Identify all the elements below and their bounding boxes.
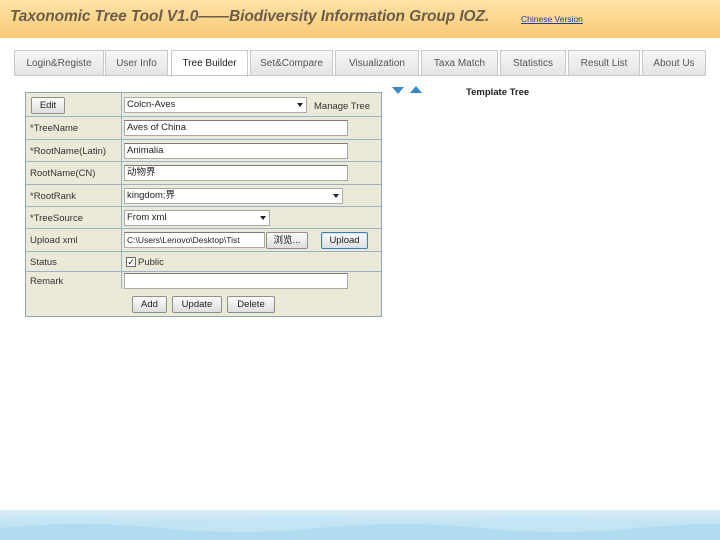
tree-builder-form: Edit Colcn-Aves Manage Tree *TreeName Av… bbox=[25, 92, 382, 317]
tree-select[interactable]: Colcn-Aves bbox=[124, 97, 307, 113]
root-rank-value: kingdom;界 bbox=[127, 190, 176, 201]
public-checkbox[interactable]: ✓ bbox=[126, 257, 136, 267]
tab-about-us[interactable]: About Us bbox=[642, 50, 706, 76]
chevron-down-icon bbox=[333, 194, 339, 198]
tab-user-info[interactable]: User Info bbox=[105, 50, 168, 76]
root-name-cn-row: RootName(CN) 动物界 bbox=[26, 162, 381, 185]
delete-button[interactable]: Delete bbox=[227, 296, 275, 313]
tab-visualization[interactable]: Visualization bbox=[335, 50, 419, 76]
app-header: Taxonomic Tree Tool V1.0——Biodiversity I… bbox=[0, 0, 720, 38]
tree-source-label: *TreeSource bbox=[30, 213, 83, 224]
root-rank-select[interactable]: kingdom;界 bbox=[124, 188, 343, 204]
collapse-up-arrow-icon[interactable] bbox=[410, 86, 422, 94]
root-rank-label: *RootRank bbox=[30, 191, 76, 202]
tree-select-value: Colcn-Aves bbox=[127, 99, 176, 110]
browse-button[interactable]: 浏览... bbox=[266, 232, 308, 249]
manage-tree-label: Manage Tree bbox=[314, 101, 370, 112]
footer-wave-decoration bbox=[0, 516, 720, 540]
tree-source-select[interactable]: From xml bbox=[124, 210, 270, 226]
app-title: Taxonomic Tree Tool V1.0——Biodiversity I… bbox=[10, 8, 490, 25]
root-name-latin-row: *RootName(Latin) Animalia bbox=[26, 140, 381, 162]
root-rank-row: *RootRank kingdom;界 bbox=[26, 185, 381, 207]
tree-source-row: *TreeSource From xml bbox=[26, 207, 381, 229]
remark-row: Remark bbox=[26, 272, 381, 290]
page-footer bbox=[0, 510, 720, 540]
template-tree-title: Template Tree bbox=[466, 87, 530, 98]
tree-source-value: From xml bbox=[127, 212, 167, 223]
chevron-down-icon bbox=[260, 216, 266, 220]
tree-name-field[interactable]: Aves of China bbox=[124, 120, 348, 136]
expand-down-arrow-icon[interactable] bbox=[392, 87, 404, 95]
root-name-cn-label: RootName(CN) bbox=[30, 168, 96, 179]
edit-button[interactable]: Edit bbox=[31, 97, 65, 114]
tab-set-compare[interactable]: Set&Compare bbox=[250, 50, 333, 76]
tab-result-list[interactable]: Result List bbox=[568, 50, 640, 76]
tree-select-row: Edit Colcn-Aves Manage Tree bbox=[26, 93, 381, 117]
tree-name-label: *TreeName bbox=[30, 123, 79, 134]
chevron-down-icon bbox=[297, 103, 303, 107]
root-name-latin-field[interactable]: Animalia bbox=[124, 143, 348, 159]
status-row: Status ✓ Public bbox=[26, 252, 381, 272]
chinese-version-link[interactable]: Chinese Version bbox=[521, 14, 583, 24]
upload-xml-label: Upload xml bbox=[30, 235, 78, 246]
upload-xml-row: Upload xml C:\Users\Lenovo\Desktop\Tist … bbox=[26, 229, 381, 252]
tree-name-row: *TreeName Aves of China bbox=[26, 117, 381, 140]
root-name-latin-label: *RootName(Latin) bbox=[30, 146, 107, 157]
tab-taxa-match[interactable]: Taxa Match bbox=[421, 50, 498, 76]
public-label: Public bbox=[138, 257, 164, 268]
update-button[interactable]: Update bbox=[172, 296, 222, 313]
upload-file-path[interactable]: C:\Users\Lenovo\Desktop\Tist bbox=[124, 232, 265, 248]
root-name-cn-field[interactable]: 动物界 bbox=[124, 165, 348, 181]
remark-field[interactable] bbox=[124, 273, 348, 289]
add-button[interactable]: Add bbox=[132, 296, 167, 313]
tab-login-register[interactable]: Login&Registe bbox=[14, 50, 104, 76]
upload-button[interactable]: Upload bbox=[321, 232, 368, 249]
tab-divider bbox=[14, 75, 706, 76]
remark-label: Remark bbox=[30, 276, 64, 287]
tab-statistics[interactable]: Statistics bbox=[500, 50, 566, 76]
tab-tree-builder[interactable]: Tree Builder bbox=[171, 50, 248, 77]
status-label: Status bbox=[30, 257, 57, 268]
